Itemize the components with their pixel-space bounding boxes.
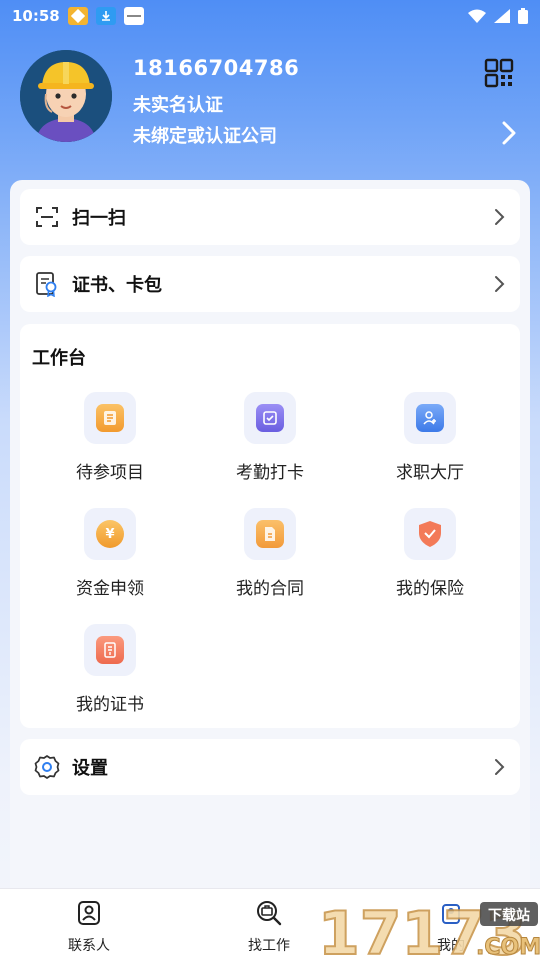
workbench-item-label: 我的证书	[76, 695, 144, 715]
settings-label: 设置	[72, 758, 108, 779]
gear-icon	[34, 754, 60, 780]
settings-row[interactable]: 设置	[20, 739, 520, 795]
app-icon-3	[123, 7, 144, 25]
content-panel: 扫一扫 证书、卡包 工作台 待参项目 考勤打卡 求职大厅 ¥ 资金申领 我的合同…	[10, 180, 530, 900]
icon-tile: ¥	[84, 508, 136, 560]
icon-tile	[244, 508, 296, 560]
workbench-item-label: 我的保险	[396, 579, 464, 599]
cert-wallet-row[interactable]: 证书、卡包	[20, 256, 520, 312]
download-icon	[95, 7, 116, 25]
chevron-right-icon	[495, 209, 505, 225]
yuan-coin-icon: ¥	[96, 520, 124, 548]
status-time: 10:58	[12, 7, 60, 25]
scan-row[interactable]: 扫一扫	[20, 189, 520, 245]
wifi-icon	[468, 9, 486, 23]
certificate-icon	[96, 636, 124, 664]
site-watermark-logo: 17173 下载站 .COM	[317, 898, 540, 960]
workbench-title: 工作台	[32, 348, 86, 369]
icon-tile	[84, 624, 136, 676]
contract-icon	[256, 520, 284, 548]
avatar[interactable]	[20, 50, 112, 142]
insurance-shield-icon	[416, 520, 444, 548]
attendance-icon	[256, 404, 284, 432]
workbench-item-label: 求职大厅	[396, 463, 464, 483]
contacts-icon	[78, 901, 100, 925]
cert-wallet-label: 证书、卡包	[72, 275, 162, 296]
status-bar: 10:58	[0, 0, 540, 32]
workbench-item-label: 我的合同	[236, 579, 304, 599]
profile-phone: 18166704786	[133, 56, 300, 80]
signal-icon	[494, 9, 510, 23]
nav-contacts[interactable]: 联系人	[44, 899, 134, 955]
icon-tile	[404, 508, 456, 560]
icon-tile	[244, 392, 296, 444]
workbench-card: 工作台 待参项目 考勤打卡 求职大厅 ¥ 资金申领 我的合同 我的保险 我的证书	[20, 324, 520, 728]
job-hall-icon	[416, 404, 444, 432]
scan-icon	[34, 204, 60, 230]
certificate-wallet-icon	[34, 271, 60, 297]
workbench-item-contract[interactable]: 我的合同	[190, 508, 350, 608]
scan-label: 扫一扫	[72, 208, 126, 229]
svg-text:下载站: 下载站	[488, 907, 530, 924]
workbench-item-insurance[interactable]: 我的保险	[350, 508, 510, 608]
job-search-icon	[257, 901, 282, 926]
chevron-right-icon[interactable]	[498, 120, 520, 146]
workbench-item-label: 资金申领	[76, 579, 144, 599]
icon-tile	[84, 392, 136, 444]
profile-header: 18166704786 未实名认证 未绑定或认证公司	[0, 44, 540, 164]
svg-text:.COM: .COM	[476, 935, 540, 960]
icon-tile	[404, 392, 456, 444]
app-icon-1	[67, 7, 88, 25]
chevron-right-icon	[495, 276, 505, 292]
company-status[interactable]: 未绑定或认证公司	[133, 122, 277, 148]
workbench-item-pending-projects[interactable]: 待参项目	[30, 392, 190, 492]
qr-code-icon[interactable]	[484, 58, 514, 88]
workbench-item-certificate[interactable]: 我的证书	[30, 624, 190, 724]
nav-contacts-label: 联系人	[68, 938, 110, 954]
verify-status[interactable]: 未实名认证	[133, 91, 223, 117]
battery-icon	[518, 8, 528, 24]
nav-find-jobs-label: 找工作	[248, 938, 290, 954]
workbench-item-attendance[interactable]: 考勤打卡	[190, 392, 350, 492]
workbench-item-job-hall[interactable]: 求职大厅	[350, 392, 510, 492]
chevron-right-icon	[495, 759, 505, 775]
nav-find-jobs[interactable]: 找工作	[224, 899, 314, 955]
workbench-item-fund-claim[interactable]: ¥ 资金申领	[30, 508, 190, 608]
project-list-icon	[96, 404, 124, 432]
workbench-item-label: 考勤打卡	[236, 463, 304, 483]
workbench-item-label: 待参项目	[76, 463, 144, 483]
